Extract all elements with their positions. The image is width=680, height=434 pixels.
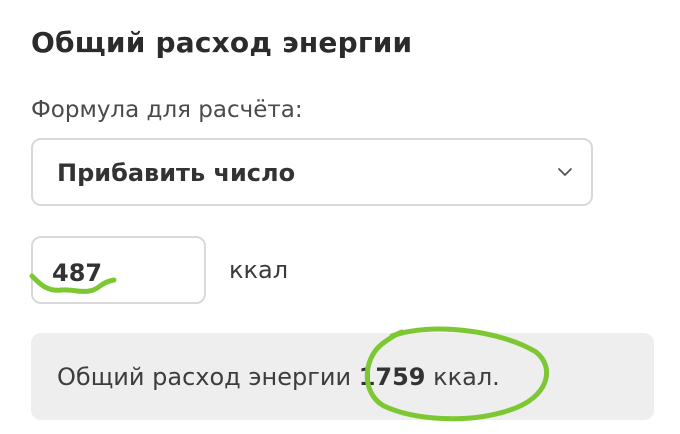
result-text: Общий расход энергии 1759 ккал. <box>57 363 500 391</box>
unit-label: ккал <box>229 256 289 284</box>
formula-select-value: Прибавить число <box>57 159 296 187</box>
result-box: Общий расход энергии 1759 ккал. <box>31 333 654 420</box>
result-value: 1759 <box>358 363 426 391</box>
chevron-down-icon <box>558 168 572 176</box>
section-title: Общий расход энергии <box>31 26 413 59</box>
kcal-input[interactable]: 487 <box>31 236 206 304</box>
energy-calculator-panel: Общий расход энергии Формула для расчёта… <box>0 0 680 434</box>
formula-select[interactable]: Прибавить число <box>31 138 593 206</box>
formula-label: Формула для расчёта: <box>31 97 303 123</box>
result-prefix: Общий расход энергии <box>57 363 352 391</box>
result-unit: ккал. <box>433 363 500 391</box>
kcal-input-value: 487 <box>52 259 103 287</box>
